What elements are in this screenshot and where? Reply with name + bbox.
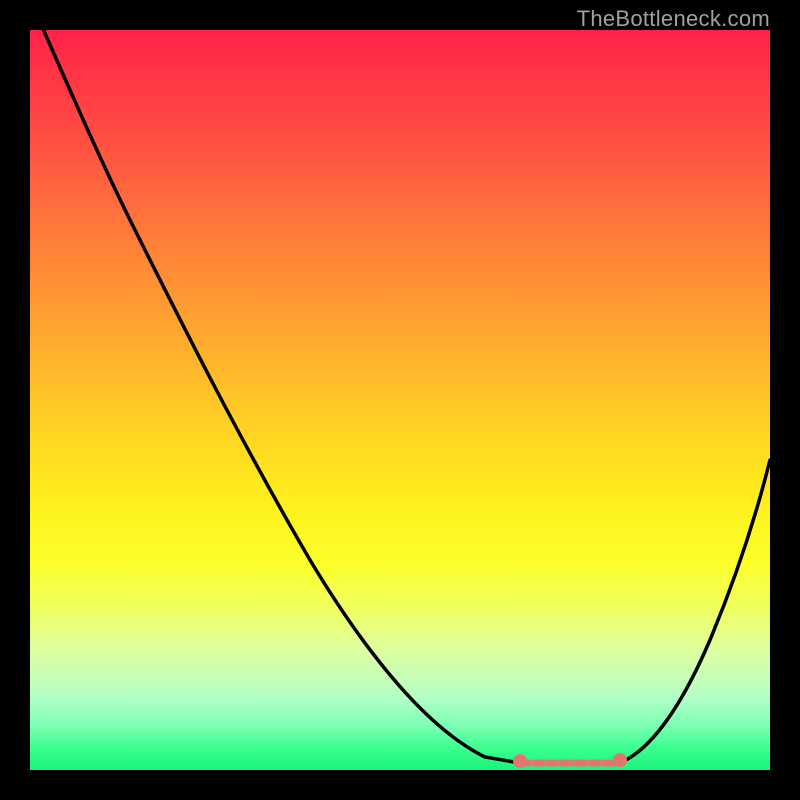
plot-area — [30, 30, 770, 770]
optimal-end-marker — [613, 753, 627, 767]
optimal-start-marker — [513, 754, 527, 768]
bottleneck-curve — [30, 30, 770, 770]
curve-left-branch — [40, 22, 520, 763]
watermark-text: TheBottleneck.com — [577, 6, 770, 32]
chart-container: TheBottleneck.com — [0, 0, 800, 800]
curve-right-branch — [620, 460, 770, 763]
